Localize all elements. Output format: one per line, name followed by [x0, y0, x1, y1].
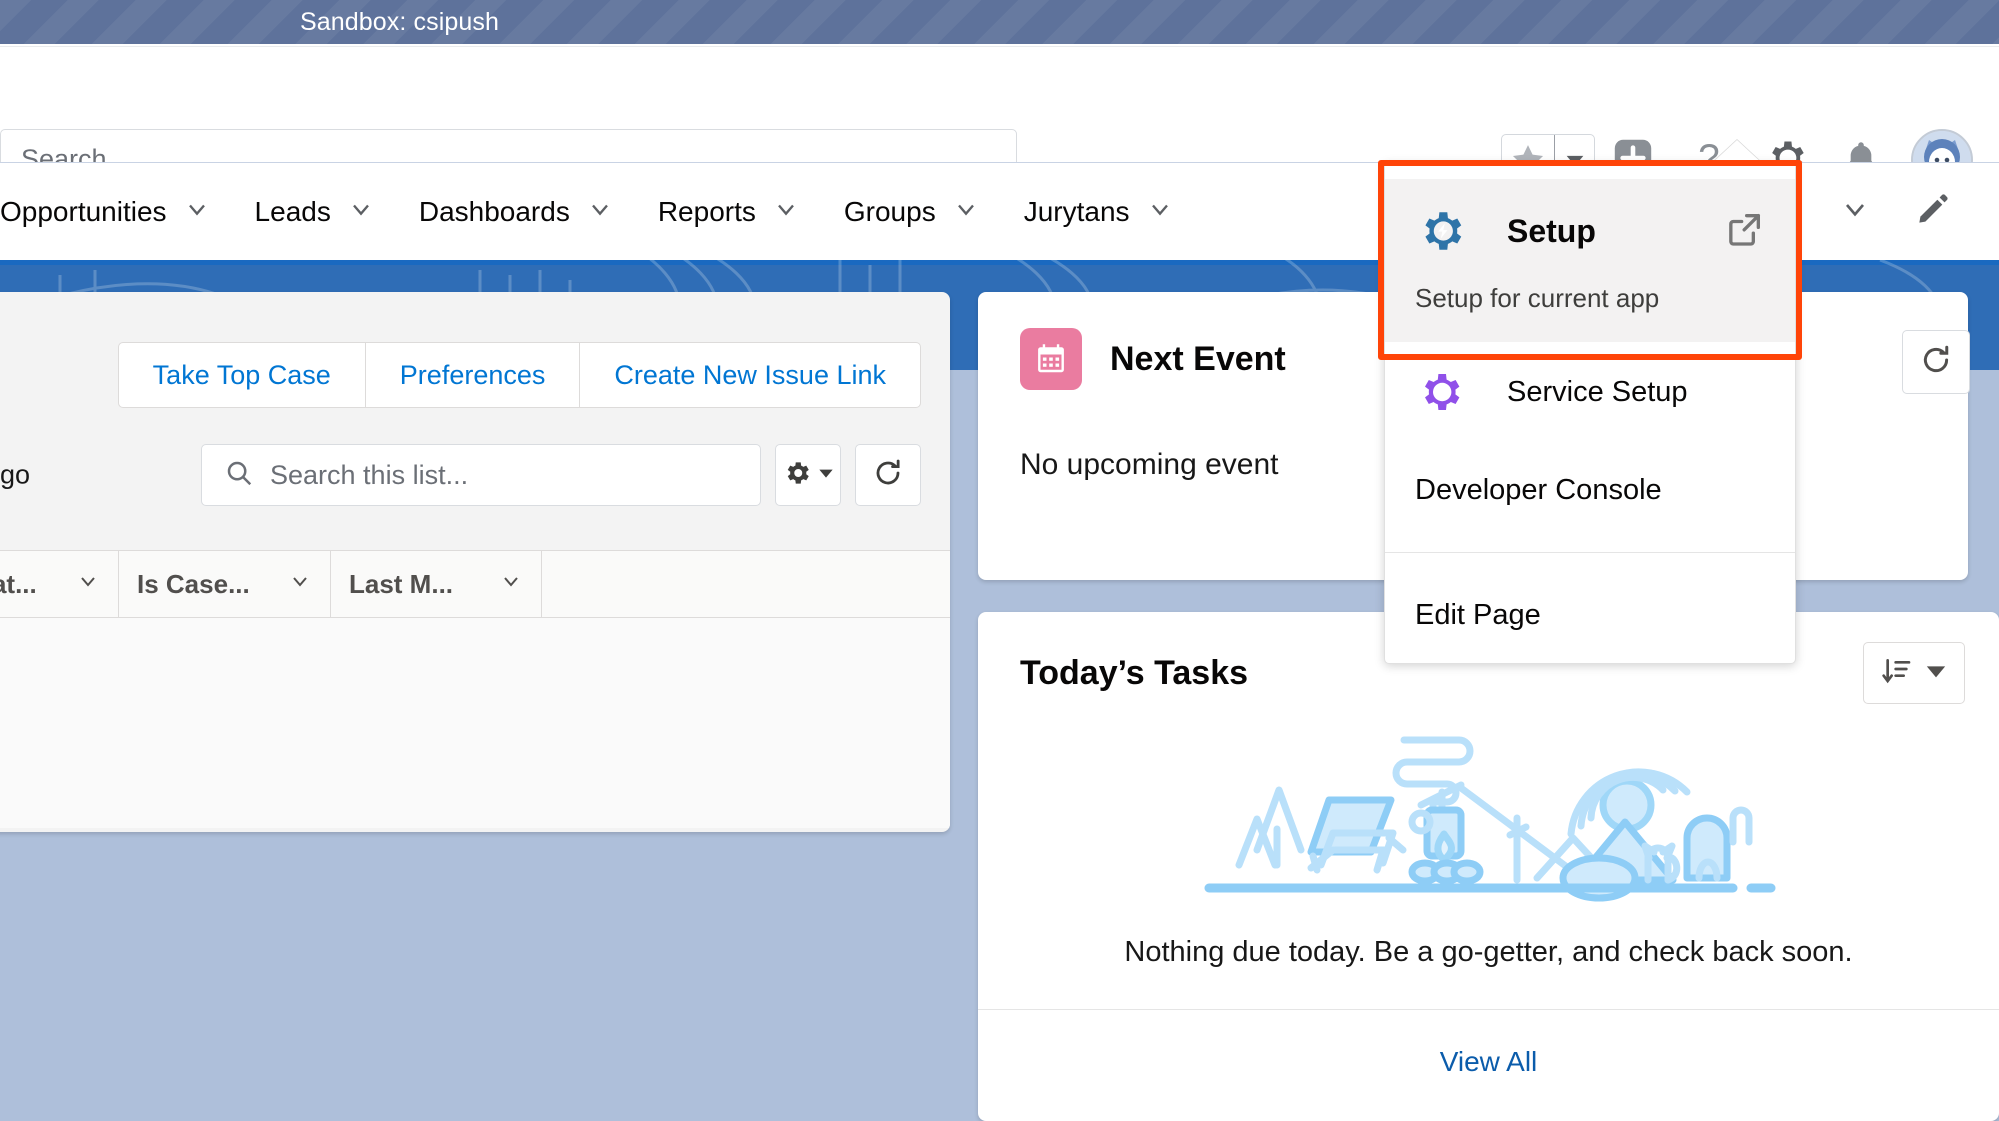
menu-item-label: Developer Console — [1415, 473, 1662, 506]
todays-tasks-title: Today’s Tasks — [1020, 653, 1249, 692]
case-table-empty-state: play. — [0, 618, 950, 828]
sandbox-banner-label: Sandbox: csipush — [300, 7, 499, 36]
external-link-icon[interactable] — [1725, 209, 1765, 254]
app-root: Take Top Case Preferences Create New Iss… — [0, 0, 1999, 1121]
gear-lightning-purple-icon — [1415, 368, 1467, 416]
nav-item-opportunities[interactable]: Opportunities — [0, 163, 233, 261]
case-table-header-row: Subject Escalat... Is Case... — [0, 550, 950, 618]
list-updated-text: go — [0, 459, 31, 490]
menu-item-developer-console[interactable]: Developer Console — [1385, 442, 1795, 538]
global-header: Search... ? — [0, 46, 1999, 191]
menu-item-label: Edit Page — [1415, 598, 1541, 631]
chevron-down-icon — [586, 195, 614, 228]
gear-lightning-icon — [1415, 205, 1467, 257]
setup-hero-item[interactable]: Setup Setup for current app — [1385, 179, 1795, 342]
refresh-icon — [872, 457, 904, 494]
view-all-link[interactable]: View All — [978, 1010, 1999, 1078]
case-list-panel: Take Top Case Preferences Create New Iss… — [0, 292, 950, 832]
chevron-down-icon — [1839, 193, 1871, 230]
chevron-down-icon — [952, 195, 980, 228]
pencil-icon — [1915, 191, 1951, 232]
menu-item-edit-page[interactable]: Edit Page — [1385, 567, 1795, 663]
setup-subtext: Setup for current app — [1415, 283, 1660, 313]
todays-tasks-card: Today’s Tasks Nothing due today. Be a go… — [978, 612, 1999, 1121]
nav-item-jurytans[interactable]: Jurytans — [1002, 163, 1196, 261]
list-action-buttons: Take Top Case Preferences Create New Iss… — [0, 342, 950, 408]
next-event-title: Next Event — [1110, 339, 1286, 378]
calendar-icon — [1020, 328, 1082, 390]
caret-down-icon — [1925, 660, 1947, 687]
chevron-down-icon — [76, 569, 100, 600]
column-label: Is Case... — [137, 568, 250, 599]
caret-down-icon — [818, 465, 834, 486]
list-settings-button[interactable] — [775, 444, 841, 506]
nav-more-button[interactable] — [1817, 163, 1893, 261]
chevron-down-icon — [347, 195, 375, 228]
nav-item-leads[interactable]: Leads — [233, 163, 397, 261]
edit-navigation-button[interactable] — [1893, 163, 1973, 261]
setup-dropdown-menu: Setup Setup for current app Service Setu… — [1384, 162, 1796, 664]
nav-item-label: Groups — [843, 195, 936, 227]
chevron-down-icon — [772, 195, 800, 228]
take-top-case-button[interactable]: Take Top Case — [117, 342, 366, 408]
preferences-button[interactable]: Preferences — [364, 342, 581, 408]
sandbox-banner: Sandbox: csipush — [0, 0, 1999, 44]
nav-right-controls — [1817, 163, 1999, 261]
list-refresh-button[interactable] — [855, 444, 921, 506]
menu-item-label: Service Setup — [1507, 375, 1688, 408]
nav-item-label: Opportunities — [0, 195, 167, 227]
chevron-down-icon — [499, 569, 523, 600]
todays-tasks-empty-message: Nothing due today. Be a go-getter, and c… — [1124, 936, 1853, 968]
camping-scene-illustration — [978, 710, 1999, 910]
setup-label: Setup — [1507, 212, 1596, 249]
magnifier-icon — [224, 458, 254, 493]
sort-descending-icon — [1881, 655, 1913, 692]
menu-item-service-setup[interactable]: Service Setup — [1385, 342, 1795, 442]
nav-item-reports[interactable]: Reports — [636, 163, 822, 261]
list-toolbar: go Search this list... — [0, 432, 950, 518]
column-header-escalated[interactable]: Escalat... — [0, 551, 119, 617]
column-label: Last M... — [349, 568, 454, 599]
search-this-list-input[interactable]: Search this list... — [201, 444, 761, 506]
menu-separator — [1385, 552, 1795, 553]
chevron-down-icon — [183, 195, 211, 228]
todays-tasks-sort-button[interactable] — [1863, 642, 1965, 704]
column-header-is-case[interactable]: Is Case... — [119, 551, 331, 617]
page-refresh-button[interactable] — [1902, 330, 1970, 394]
chevron-down-icon — [1146, 195, 1174, 228]
search-this-list-placeholder: Search this list... — [270, 459, 469, 490]
gear-icon — [782, 458, 812, 493]
chevron-down-icon — [288, 569, 312, 600]
nav-item-groups[interactable]: Groups — [822, 163, 1002, 261]
setup-hero-row: Setup — [1415, 205, 1765, 257]
nav-item-label: Dashboards — [418, 195, 570, 227]
create-new-issue-link-button[interactable]: Create New Issue Link — [579, 342, 921, 408]
case-table: Subject Escalat... Is Case... — [0, 550, 950, 828]
refresh-icon — [1919, 343, 1953, 382]
column-header-last-modified[interactable]: Last M... — [331, 551, 542, 617]
column-header-actions — [542, 551, 662, 617]
nav-item-dashboards[interactable]: Dashboards — [397, 163, 636, 261]
nav-item-label: Leads — [254, 195, 331, 227]
setup-menu-caret-icon — [1710, 140, 1764, 165]
nav-item-label: Reports — [657, 195, 756, 227]
column-label: Escalat... — [0, 568, 37, 599]
nav-item-label: Jurytans — [1023, 195, 1130, 227]
